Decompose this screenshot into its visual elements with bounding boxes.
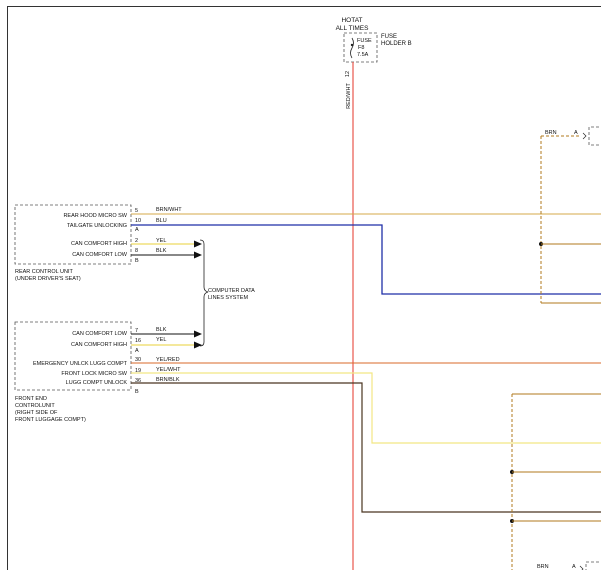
bus-label-line2: LINES SYSTEM — [208, 295, 248, 301]
wire-blu — [131, 224, 601, 295]
front-unit-label-line4: FRONT LUGGAGE COMPT) — [15, 417, 86, 423]
front-connector-label: B — [135, 389, 139, 395]
rear-pin-label: CAN COMFORT HIGH — [71, 241, 127, 247]
fuse-wire-color: RED/WHT — [346, 83, 352, 109]
arrow-icon — [194, 240, 202, 248]
connector-box — [585, 561, 601, 570]
arrow-icon — [194, 251, 202, 259]
rear-pin-label: REAR HOOD MICRO SW — [63, 213, 127, 219]
front-pin-label: CAN COMFORT HIGH — [71, 342, 127, 348]
front-pin-label: FRONT LOCK MICRO SW — [61, 371, 127, 377]
connector-box — [588, 126, 601, 146]
rear-pin-number: 10 — [135, 218, 141, 224]
data-bus-brace: COMPUTER DATA LINES SYSTEM — [199, 239, 255, 347]
fuse-hot-line1: HOTAT — [341, 17, 362, 24]
fuse-inner-line2: F8 — [358, 45, 364, 51]
rear-control-unit: REAR HOOD MICRO SW TAILGATE UNLOCKING CA… — [14, 204, 141, 282]
rear-connector-label: A — [135, 227, 139, 233]
front-pin-number: 30 — [135, 357, 141, 363]
wire-label: YEL — [156, 238, 166, 244]
wire-label: YEL — [156, 337, 166, 343]
fuse-holder-line2: HOLDER B — [381, 41, 412, 47]
arrow-icon — [194, 341, 202, 349]
wire-label: BLK — [156, 248, 167, 254]
front-pin-label: EMERGENCY UNLCK LUGG COMPT — [33, 361, 128, 367]
fuse-inner-line3: 7.5A — [357, 52, 369, 58]
rear-unit-label-line2: (UNDER DRIVER'S SEAT) — [15, 276, 81, 282]
wiring-diagram: HOTAT ALL TIMES FUSE F8 7.5A FUSE HOLDER… — [7, 6, 601, 570]
front-pin-number: 7 — [135, 328, 138, 334]
wire-label: YEL/RED — [156, 357, 180, 363]
front-pin-label: LUGG COMPT UNLOCK — [66, 380, 128, 386]
rear-pin-label: CAN COMFORT LOW — [72, 252, 128, 258]
wire-label: BLU — [156, 218, 167, 224]
fuse-pin-number: 12 — [345, 71, 351, 77]
front-connector-label: A — [135, 348, 139, 354]
wire-label: BRN/WHT — [156, 207, 182, 213]
fuse-element-icon — [350, 37, 354, 59]
fuse-terminal-dot — [350, 43, 354, 47]
wire-label: BRN/BLK — [156, 377, 180, 383]
right-connector-bottom: BRN A — [510, 393, 601, 570]
front-pin-number: 16 — [135, 338, 141, 344]
rear-pin-label: TAILGATE UNLOCKING — [67, 223, 127, 229]
front-control-unit: CAN COMFORT LOW CAN COMFORT HIGH EMERGEN… — [14, 321, 141, 423]
wire-brn-blk — [131, 382, 601, 513]
wire-label: BRN — [545, 130, 557, 136]
wire-label: YEL/WHT — [156, 367, 181, 373]
front-unit-label-line2: CONTROLUNIT — [15, 403, 55, 409]
rear-pin-number: 2 — [135, 238, 138, 244]
connector-pin-icon — [579, 565, 584, 570]
rear-pin-number: 8 — [135, 248, 138, 254]
right-connector-top: BRN A — [539, 126, 601, 304]
fuse-block: HOTAT ALL TIMES FUSE F8 7.5A FUSE HOLDER… — [336, 17, 412, 109]
rear-connector-label: B — [135, 258, 139, 264]
front-unit-label-line3: (RIGHT SIDE OF — [15, 410, 58, 416]
rear-pin-number: 5 — [135, 208, 138, 214]
bus-label-line1: COMPUTER DATA — [208, 288, 255, 294]
fuse-holder-line1: FUSE — [381, 34, 397, 40]
arrow-icon — [194, 330, 202, 338]
connector-label: A — [574, 130, 578, 136]
connector-label: A — [572, 564, 576, 570]
fuse-inner-line1: FUSE — [357, 38, 372, 44]
wire-label: BLK — [156, 327, 167, 333]
wire-label: BRN — [537, 564, 549, 570]
fuse-hot-line2: ALL TIMES — [336, 25, 370, 32]
front-unit-label-line1: FRONT END — [15, 396, 47, 402]
front-pin-label: CAN COMFORT LOW — [72, 331, 128, 337]
rear-unit-label-line1: REAR CONTROL UNIT — [15, 269, 73, 275]
connector-pin-icon — [582, 132, 587, 140]
